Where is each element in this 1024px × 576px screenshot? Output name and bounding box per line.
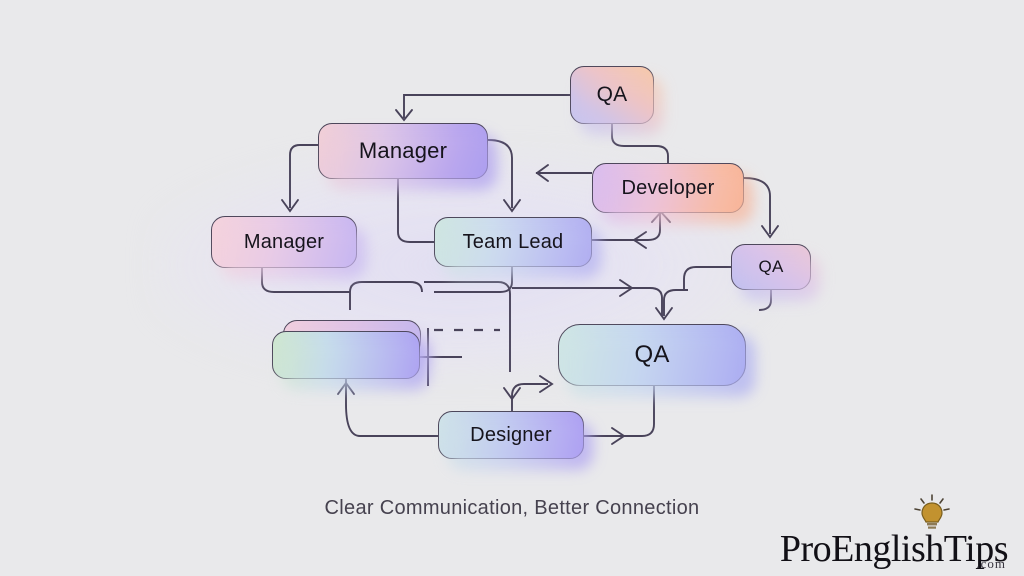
- link-spine-top-right: [424, 281, 511, 372]
- node-unlabeled-front[interactable]: [272, 331, 420, 379]
- logo-wordmark: ProEnglishTips: [779, 528, 1009, 570]
- link-designer-unlabeled: [345, 403, 438, 437]
- caption-text: Clear Communication, Better Connection: [324, 497, 700, 519]
- node-label: Developer: [621, 176, 715, 199]
- logo-suffix: .com: [976, 556, 1006, 571]
- node-label: QA: [634, 341, 670, 368]
- link-managertop-managerleft: [289, 144, 318, 208]
- node-qa-big[interactable]: QA: [558, 324, 746, 386]
- node-qa-right[interactable]: QA: [731, 244, 811, 290]
- node-team-lead[interactable]: Team Lead: [434, 217, 592, 267]
- node-label: Designer: [470, 423, 552, 446]
- link-spine-hook: [409, 281, 423, 293]
- link-qaright-qabig: [663, 289, 688, 316]
- link-qatop-managertop: [403, 94, 570, 118]
- node-qa-top[interactable]: QA: [570, 66, 654, 124]
- node-designer[interactable]: Designer: [438, 411, 584, 459]
- diagram-canvas: QA Manager Developer Manager Team Lead Q…: [0, 0, 1024, 576]
- node-manager-left[interactable]: Manager: [211, 216, 357, 268]
- node-label: Team Lead: [462, 230, 564, 253]
- node-label: Manager: [243, 230, 325, 253]
- connector-layer: [261, 94, 779, 445]
- link-teamlead-qabig: [512, 287, 663, 316]
- node-label: QA: [758, 257, 784, 276]
- link-qaright-left: [683, 266, 731, 290]
- node-developer[interactable]: Developer: [592, 163, 744, 213]
- brand-logo: ProEnglishTips .com: [779, 494, 1009, 571]
- node-label: Manager: [358, 138, 448, 163]
- lightbulb-icon: [914, 494, 950, 529]
- link-designer-up: [511, 383, 548, 411]
- link-spine-top-left: [349, 281, 410, 293]
- node-label: QA: [596, 83, 628, 106]
- node-manager-top[interactable]: Manager: [318, 123, 488, 179]
